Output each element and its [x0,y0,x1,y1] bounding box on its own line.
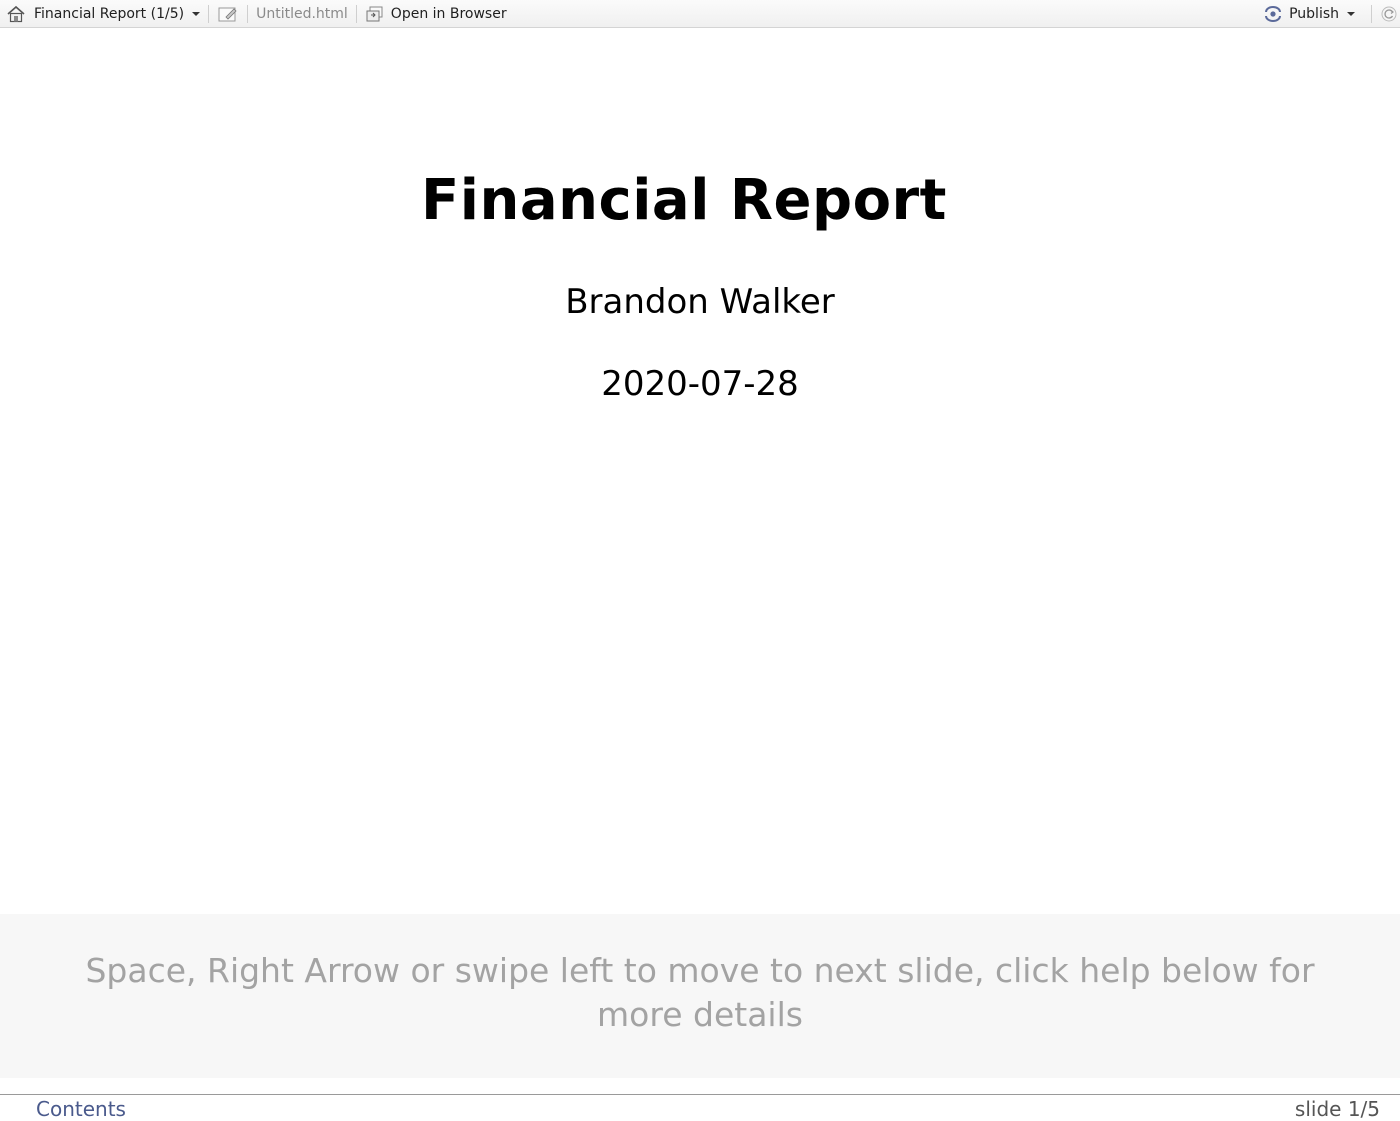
toolbar-divider [247,4,249,23]
slide-author: Brandon Walker [565,282,835,322]
open-in-browser-button[interactable]: Open in Browser [365,0,507,27]
file-name: Untitled.html [256,5,348,22]
publish-icon [1263,5,1283,23]
help-panel: Space, Right Arrow or swipe left to move… [0,914,1400,1078]
publish-button[interactable]: Publish [1263,0,1355,27]
toolbar-divider [1371,4,1372,23]
slide-title-text: Financial Report [421,168,947,233]
presentation-title: Financial Report (1/5) [34,5,185,22]
toolbar-right-group: Publish [1263,0,1400,27]
slide-footer: Contents slide 1/5 [0,1094,1400,1121]
contents-link[interactable]: Contents [36,1097,126,1121]
slide-canvas: Financial Report Brandon Walker 2020-07-… [0,28,1400,914]
refresh-icon[interactable] [1380,0,1398,27]
open-external-icon [365,5,385,23]
viewer-toolbar: Financial Report (1/5) Untitled.html Ope… [0,0,1400,28]
slide-counter: slide 1/5 [1294,1097,1380,1121]
publish-label: Publish [1289,5,1339,22]
toolbar-divider [355,4,357,23]
toolbar-divider [208,4,210,23]
presentation-menu[interactable]: Financial Report (1/5) [34,0,201,27]
home-icon[interactable] [6,0,26,27]
pencil-icon[interactable] [217,0,239,27]
toolbar-left-group: Financial Report (1/5) Untitled.html Ope… [0,0,507,27]
slide-title: Financial Report [0,168,1400,233]
chevron-down-icon [192,11,201,16]
slide-date: 2020-07-28 [601,364,799,404]
open-in-browser-label: Open in Browser [390,5,507,22]
chevron-down-icon [1347,11,1355,16]
help-text: Space, Right Arrow or swipe left to move… [85,951,1315,1034]
